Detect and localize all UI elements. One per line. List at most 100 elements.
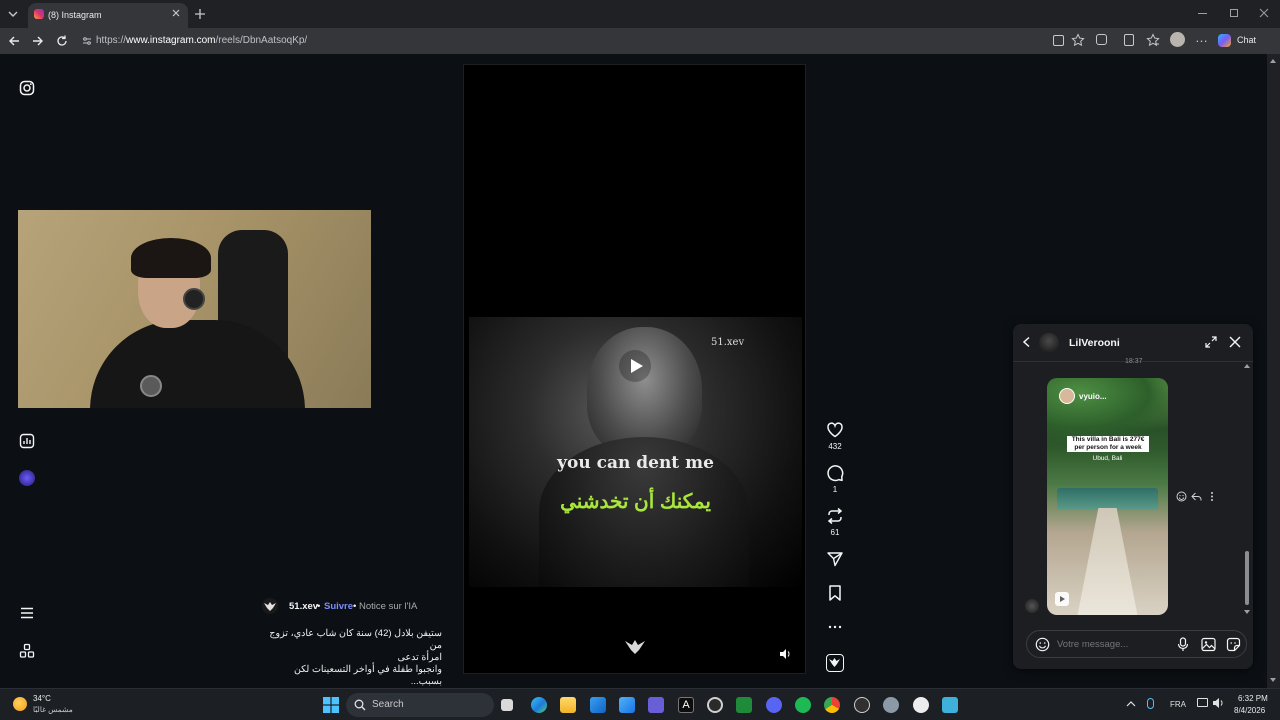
dev-tool-icon[interactable]: [736, 697, 752, 713]
repost-count: 61: [830, 528, 840, 537]
dm-close-icon[interactable]: [1229, 336, 1241, 348]
dm-expand-icon[interactable]: [1205, 336, 1217, 348]
split-screen-icon[interactable]: [1124, 34, 1134, 46]
chrome-icon[interactable]: [824, 697, 840, 713]
edge-browser-icon[interactable]: [531, 697, 547, 713]
weather-sun-icon[interactable]: [13, 697, 27, 711]
file-explorer-icon[interactable]: [560, 697, 576, 713]
teams-icon[interactable]: [648, 697, 664, 713]
scroll-up-arrow-icon[interactable]: [1244, 364, 1250, 368]
weather-temperature[interactable]: 34°C: [33, 694, 51, 703]
browser-tab[interactable]: (8) Instagram: [28, 3, 188, 28]
dm-back-icon[interactable]: [1021, 336, 1033, 348]
xbox-icon[interactable]: [707, 697, 723, 713]
microphone-tray-icon[interactable]: [1147, 698, 1154, 709]
site-info-icon[interactable]: [82, 36, 92, 46]
repost-icon[interactable]: [826, 507, 844, 525]
more-menu-icon[interactable]: …: [1195, 30, 1208, 45]
input-language[interactable]: FRA: [1170, 700, 1186, 709]
browser-tab-bar: (8) Instagram: [0, 0, 1280, 28]
shared-reel-thumbnail[interactable]: vyuio... This villa in Bali is 277€ per …: [1047, 378, 1168, 615]
clock-time[interactable]: 6:32 PM: [1238, 694, 1268, 703]
read-aloud-icon[interactable]: [1053, 35, 1064, 46]
window-close-icon[interactable]: [1259, 8, 1269, 18]
message-more-icon[interactable]: [1210, 491, 1214, 502]
obs-icon[interactable]: [854, 697, 870, 713]
sticker-icon[interactable]: [1226, 637, 1241, 652]
voice-message-icon[interactable]: [1177, 637, 1189, 652]
instagram-logo-icon[interactable]: [19, 80, 35, 96]
clock-date[interactable]: 8/4/2026: [1234, 706, 1265, 715]
outlook-icon[interactable]: [590, 697, 606, 713]
favorites-icon[interactable]: [1146, 33, 1160, 47]
window-maximize-icon[interactable]: [1230, 9, 1238, 17]
extensions-icon[interactable]: [1096, 34, 1107, 45]
weather-description[interactable]: مشمس غالبًا: [33, 705, 73, 714]
terminal-icon[interactable]: A: [678, 697, 694, 713]
play-icon[interactable]: [619, 350, 651, 382]
address-bar[interactable]: https://www.instagram.com/reels/DbnAatso…: [78, 31, 1088, 51]
volume-tray-icon[interactable]: [1212, 697, 1224, 709]
windows-taskbar: 34°C مشمس غالبًا Search A FRA 6:32 PM 8/…: [0, 688, 1280, 720]
ai-info-link[interactable]: Notice sur l'IA: [359, 601, 417, 612]
profile-avatar[interactable]: [1170, 32, 1185, 47]
page-scrollbar[interactable]: [1267, 54, 1280, 688]
separator-dot: •: [353, 601, 357, 612]
copilot-icon: [1218, 34, 1231, 47]
more-menu-icon[interactable]: [19, 605, 35, 621]
tab-close-icon[interactable]: [171, 8, 181, 18]
audio-avatar[interactable]: [826, 654, 844, 672]
emoji-picker-icon[interactable]: [1035, 637, 1050, 652]
streamer-hair: [131, 238, 211, 278]
tab-list-chevron-icon[interactable]: [6, 7, 20, 21]
author-username[interactable]: 51.xev: [289, 601, 318, 612]
dashboard-icon[interactable]: [19, 433, 35, 449]
dm-contact-avatar[interactable]: [1039, 333, 1059, 353]
comment-bubble-icon[interactable]: [826, 464, 844, 482]
microphone-icon: [140, 375, 162, 397]
scroll-up-arrow-icon[interactable]: [1270, 59, 1276, 63]
follow-button[interactable]: Suivre: [324, 601, 353, 612]
media-player-icon[interactable]: [913, 697, 929, 713]
network-icon[interactable]: [1197, 698, 1208, 707]
forward-icon[interactable]: [31, 34, 45, 48]
author-avatar[interactable]: [262, 598, 278, 614]
image-upload-icon[interactable]: [1201, 637, 1216, 652]
taskbar-search-box[interactable]: Search: [346, 693, 494, 717]
dm-scroll-thumb[interactable]: [1245, 551, 1249, 605]
store-icon[interactable]: [619, 697, 635, 713]
profile-avatar[interactable]: [19, 470, 35, 486]
dm-scrollbar[interactable]: [1244, 364, 1250, 619]
discord-icon[interactable]: [766, 697, 782, 713]
volume-icon[interactable]: [779, 648, 791, 660]
reload-icon[interactable]: [55, 34, 69, 48]
task-view-icon[interactable]: [501, 699, 513, 711]
spotify-icon[interactable]: [795, 697, 811, 713]
url-path: /reels/DbnAatsoqKp/: [215, 35, 308, 46]
comment-count: 1: [832, 485, 838, 494]
more-options-icon[interactable]: [826, 618, 844, 636]
villa-path: [1077, 508, 1138, 615]
react-emoji-icon[interactable]: [1176, 491, 1187, 502]
settings-gear-icon[interactable]: [883, 697, 899, 713]
copilot-chat-button[interactable]: Chat: [1216, 32, 1260, 49]
new-tab-icon[interactable]: [193, 7, 207, 21]
dm-contact-name[interactable]: LilVerooni: [1069, 337, 1120, 349]
share-send-icon[interactable]: [826, 550, 844, 568]
scroll-down-arrow-icon[interactable]: [1244, 610, 1250, 614]
scroll-down-arrow-icon[interactable]: [1270, 678, 1276, 682]
tray-overflow-chevron-icon[interactable]: [1126, 700, 1136, 708]
windows-start-icon[interactable]: [323, 697, 339, 713]
message-input[interactable]: [1057, 636, 1167, 653]
back-icon[interactable]: [7, 34, 21, 48]
notepad-icon[interactable]: [942, 697, 958, 713]
reel-video-player[interactable]: 51.xev you can dent me يمكنك أن تخدشني: [463, 64, 806, 674]
reply-icon[interactable]: [1191, 491, 1202, 502]
url-prefix: https://: [96, 35, 127, 46]
save-bookmark-icon[interactable]: [826, 584, 844, 602]
favorite-star-icon[interactable]: [1071, 33, 1085, 47]
like-heart-icon[interactable]: [826, 421, 844, 439]
description-more-link[interactable]: وانجبوا طفلة في أواخر التسعينات لكن بسبب…: [262, 664, 442, 688]
also-from-meta-icon[interactable]: [19, 643, 35, 659]
window-minimize-icon[interactable]: [1198, 13, 1207, 14]
